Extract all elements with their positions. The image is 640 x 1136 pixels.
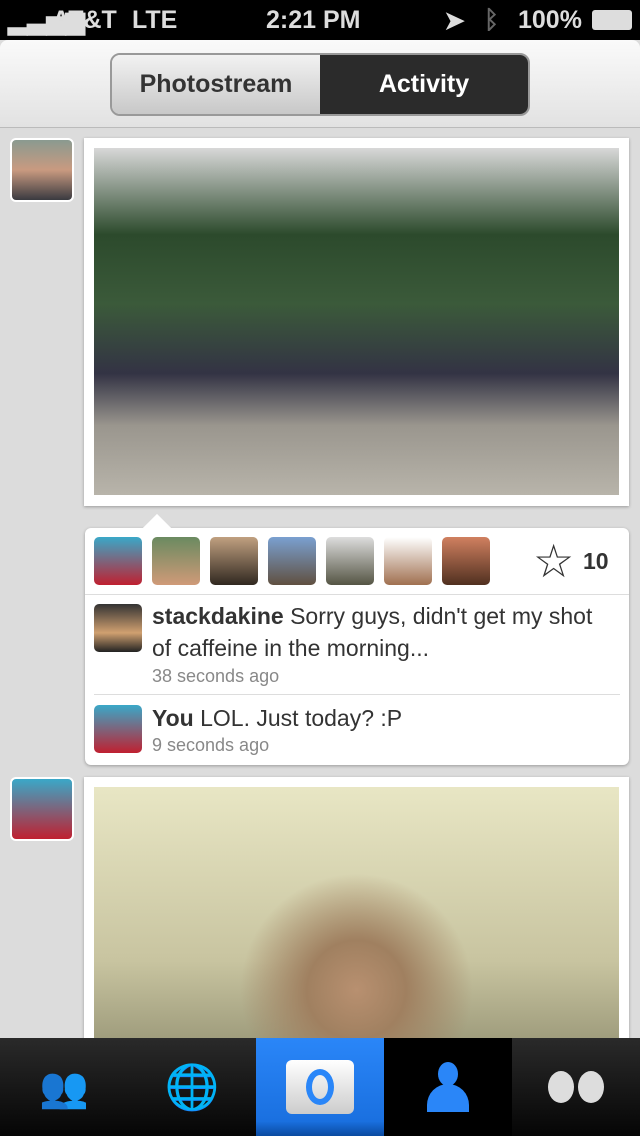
segmented-control: Photostream Activity <box>110 53 530 116</box>
photo[interactable] <box>94 787 619 1077</box>
photo-card[interactable] <box>84 138 629 506</box>
avatar[interactable] <box>10 138 74 202</box>
battery-level: 100% <box>518 6 582 34</box>
comment-time: 38 seconds ago <box>152 666 280 686</box>
star-icon[interactable]: ☆ <box>533 534 574 588</box>
status-bar: ▂▃▅▆ AT&T LTE 2:21 PM ➤ ᛒ 100% <box>0 0 640 40</box>
avatar[interactable] <box>268 537 316 585</box>
contacts-icon: 👥 <box>39 1065 89 1110</box>
photo-card[interactable] <box>84 777 629 1077</box>
bluetooth-icon: ᛒ <box>484 6 500 34</box>
tab-profile[interactable] <box>384 1038 512 1136</box>
globe-icon: 🌐 <box>164 1063 220 1112</box>
profile-icon <box>427 1062 469 1112</box>
avatar[interactable] <box>326 537 374 585</box>
avatar[interactable] <box>384 537 432 585</box>
tab-explore[interactable]: 🌐 <box>128 1038 256 1136</box>
network: LTE <box>132 6 178 34</box>
avatar[interactable] <box>152 537 200 585</box>
comment-time: 9 seconds ago <box>152 735 270 755</box>
avatar[interactable] <box>94 604 142 652</box>
tab-photostream[interactable]: Photostream <box>112 55 320 114</box>
nav-bar: Photostream Activity <box>0 40 640 128</box>
avatar[interactable] <box>94 705 142 753</box>
photo[interactable] <box>94 148 619 495</box>
likes-count: 10 <box>583 548 609 574</box>
comment-user[interactable]: stackdakine <box>152 603 284 629</box>
tab-bar: 👥 🌐 <box>0 1038 640 1136</box>
carrier: AT&T <box>52 6 117 34</box>
tab-activity[interactable]: Activity <box>320 55 528 114</box>
likers-row <box>94 537 490 585</box>
flickr-icon <box>548 1071 604 1103</box>
activity-card: ☆ 10 stackdakine Sorry guys, didn't get … <box>85 513 629 765</box>
battery-icon <box>592 10 632 30</box>
divider <box>94 694 620 695</box>
avatar[interactable] <box>442 537 490 585</box>
avatar[interactable] <box>10 777 74 841</box>
comment-user[interactable]: You <box>152 705 194 731</box>
comment: You LOL. Just today? :P <box>152 702 402 734</box>
tab-flickr[interactable] <box>512 1038 640 1136</box>
avatar[interactable] <box>210 537 258 585</box>
tab-camera[interactable] <box>256 1038 384 1136</box>
comment-text: LOL. Just today? :P <box>193 705 403 731</box>
camera-icon <box>286 1060 354 1114</box>
avatar[interactable] <box>94 537 142 585</box>
tab-contacts[interactable]: 👥 <box>0 1038 128 1136</box>
clock: 2:21 PM <box>266 6 361 34</box>
location-icon: ➤ <box>444 7 465 35</box>
divider <box>85 594 629 595</box>
comment: stackdakine Sorry guys, didn't get my sh… <box>152 600 612 664</box>
